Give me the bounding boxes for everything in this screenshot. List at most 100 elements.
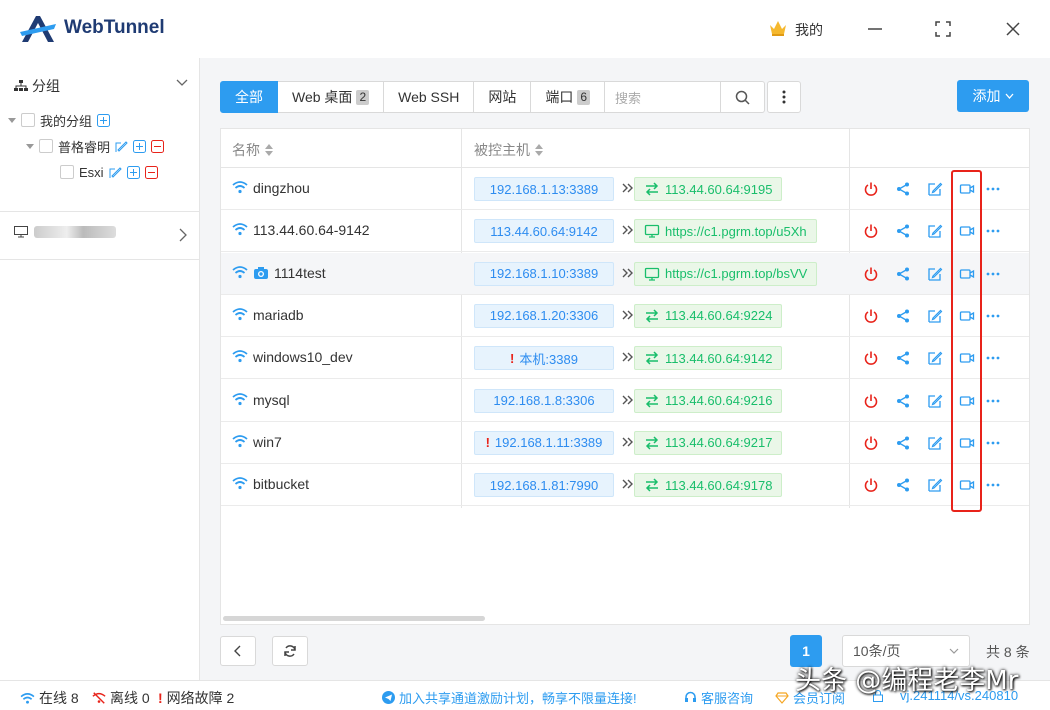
edit-icon[interactable] — [927, 223, 943, 239]
table-row[interactable]: dingzhou 192.168.1.13:3389 113.44.60.64:91… — [221, 168, 1029, 210]
column-header-host[interactable]: 被控主机 — [474, 140, 543, 160]
chevron-down-icon[interactable] — [176, 78, 188, 88]
table-row[interactable]: bitbucket 192.168.1.81:7990 113.44.60.64:9… — [221, 464, 1029, 507]
row-name[interactable]: mysql — [232, 392, 290, 408]
share-icon[interactable] — [895, 223, 911, 239]
caret-down-icon[interactable] — [8, 116, 16, 124]
tunnel-target[interactable]: 113.44.60.64:9217 — [634, 430, 783, 455]
promo-link[interactable]: 加入共享通道激励计划，畅享不限量连接! — [382, 688, 637, 707]
power-icon[interactable] — [863, 435, 879, 451]
tunnel-target[interactable]: 113.44.60.64:9142 — [634, 346, 783, 371]
share-icon[interactable] — [895, 266, 911, 282]
edit-icon[interactable] — [927, 266, 943, 282]
tab-web-ssh[interactable]: Web SSH — [384, 81, 475, 113]
power-icon[interactable] — [863, 223, 879, 239]
remove-icon[interactable] — [151, 139, 165, 153]
power-icon[interactable] — [863, 266, 879, 282]
tunnel-target[interactable]: https://c1.pgrm.top/u5Xh — [634, 219, 817, 244]
tunnel-target[interactable]: 113.44.60.64:9195 — [634, 177, 783, 201]
table-row[interactable]: mysql 192.168.1.8:3306 113.44.60.64:9216 — [221, 380, 1029, 422]
group-header[interactable]: 分组 — [14, 76, 60, 96]
more-horizontal-icon[interactable] — [985, 393, 1001, 409]
checkbox[interactable] — [21, 113, 35, 127]
tunnel-target[interactable]: https://c1.pgrm.top/bsVV — [634, 261, 818, 286]
row-name[interactable]: mariadb — [232, 307, 304, 323]
row-name[interactable]: win7 — [232, 434, 282, 450]
host-address[interactable]: 192.168.1.8:3306 — [474, 388, 614, 413]
support-link[interactable]: 客服咨询 — [684, 688, 753, 707]
host-address[interactable]: 113.44.60.64:9142 — [474, 219, 614, 244]
column-header-name[interactable]: 名称 — [232, 140, 273, 160]
edit-icon[interactable] — [115, 140, 128, 153]
host-address[interactable]: 192.168.1.81:7990 — [474, 473, 614, 498]
edit-icon[interactable] — [927, 435, 943, 451]
row-name[interactable]: windows10_dev — [232, 349, 353, 365]
more-horizontal-icon[interactable] — [985, 181, 1001, 197]
edit-icon[interactable] — [927, 393, 943, 409]
tree-item-pgrm[interactable]: 普格睿明 — [26, 136, 165, 156]
user-menu[interactable]: 我的 — [795, 20, 823, 40]
refresh-button[interactable] — [272, 636, 308, 666]
table-row[interactable]: mariadb 192.168.1.20:3306 113.44.60.64:922… — [221, 295, 1029, 337]
more-horizontal-icon[interactable] — [985, 350, 1001, 366]
tab-website[interactable]: 网站 — [474, 81, 532, 113]
table-row[interactable]: windows10_dev ! 本机:3389 113.44.60.64:9142 — [221, 337, 1029, 380]
more-horizontal-icon[interactable] — [985, 223, 1001, 239]
search-input[interactable]: 搜索 — [605, 81, 722, 113]
tab-port[interactable]: 端口 6 — [531, 81, 606, 113]
table-row[interactable]: 1114test 192.168.1.10:3389 https://c1.pgrm… — [221, 252, 1029, 295]
chevron-right-icon[interactable] — [178, 228, 188, 242]
edit-icon[interactable] — [109, 166, 122, 179]
tunnel-target[interactable]: 113.44.60.64:9178 — [634, 473, 783, 498]
add-icon[interactable] — [97, 113, 111, 127]
host-address[interactable]: 192.168.1.20:3306 — [474, 303, 614, 328]
tab-web-desktop[interactable]: Web 桌面 2 — [278, 81, 385, 113]
table-row[interactable]: win7 ! 192.168.1.11:3389 113.44.60.64:9217 — [221, 422, 1029, 464]
table-row[interactable]: 113.44.60.64-9142 113.44.60.64:9142 https:… — [221, 210, 1029, 253]
tab-all[interactable]: 全部 — [220, 81, 278, 113]
more-button[interactable] — [767, 81, 802, 113]
more-horizontal-icon[interactable] — [985, 435, 1001, 451]
sidebar-machine-item[interactable] — [14, 226, 116, 238]
host-address[interactable]: ! 本机:3389 — [474, 346, 614, 371]
power-icon[interactable] — [863, 350, 879, 366]
host-address[interactable]: 192.168.1.10:3389 — [474, 261, 614, 286]
add-button[interactable]: 添加 — [957, 80, 1029, 112]
row-name[interactable]: bitbucket — [232, 476, 309, 492]
edit-icon[interactable] — [927, 350, 943, 366]
edit-icon[interactable] — [927, 308, 943, 324]
share-icon[interactable] — [895, 350, 911, 366]
host-address[interactable]: 192.168.1.13:3389 — [474, 177, 614, 201]
add-icon[interactable] — [126, 165, 140, 179]
add-icon[interactable] — [133, 139, 147, 153]
checkbox[interactable] — [60, 165, 74, 179]
power-icon[interactable] — [863, 477, 879, 493]
tree-item-my-group[interactable]: 我的分组 — [8, 110, 111, 130]
caret-down-icon[interactable] — [26, 142, 34, 150]
share-icon[interactable] — [895, 308, 911, 324]
power-icon[interactable] — [863, 393, 879, 409]
more-horizontal-icon[interactable] — [985, 308, 1001, 324]
horizontal-scrollbar[interactable] — [223, 616, 485, 621]
search-button[interactable] — [721, 81, 766, 113]
row-name[interactable]: dingzhou — [232, 180, 310, 196]
tunnel-target[interactable]: 113.44.60.64:9216 — [634, 388, 783, 413]
share-icon[interactable] — [895, 477, 911, 493]
more-horizontal-icon[interactable] — [985, 266, 1001, 282]
edit-icon[interactable] — [927, 477, 943, 493]
row-name[interactable]: 113.44.60.64-9142 — [232, 222, 370, 238]
tunnel-target[interactable]: 113.44.60.64:9224 — [634, 303, 783, 328]
share-icon[interactable] — [895, 393, 911, 409]
tree-item-esxi[interactable]: Esxi — [60, 162, 158, 182]
prev-page-button[interactable] — [220, 636, 256, 666]
more-horizontal-icon[interactable] — [985, 477, 1001, 493]
remove-icon[interactable] — [144, 165, 158, 179]
power-icon[interactable] — [863, 308, 879, 324]
checkbox[interactable] — [39, 139, 53, 153]
host-address[interactable]: ! 192.168.1.11:3389 — [474, 430, 614, 455]
share-icon[interactable] — [895, 435, 911, 451]
edit-icon[interactable] — [927, 181, 943, 197]
share-icon[interactable] — [895, 181, 911, 197]
close-icon[interactable] — [998, 14, 1028, 44]
power-icon[interactable] — [863, 181, 879, 197]
